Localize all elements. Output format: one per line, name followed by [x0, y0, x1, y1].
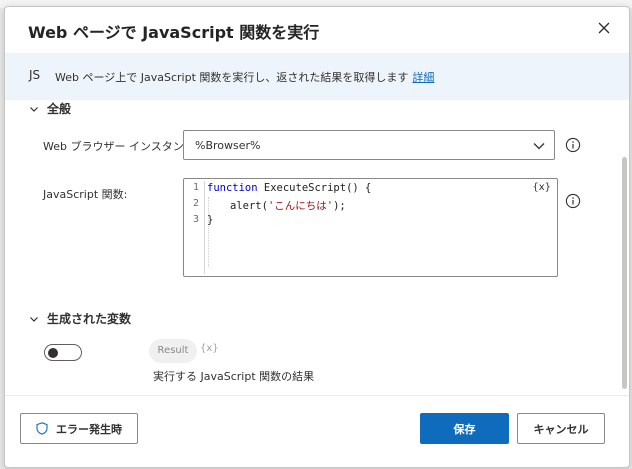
chevron-down-icon: [29, 104, 39, 114]
variables-section-header[interactable]: 生成された変数: [29, 310, 131, 327]
js-icon: JS: [29, 68, 41, 82]
on-error-button[interactable]: エラー発生時: [20, 413, 138, 444]
info-text: Web ページ上で JavaScript 関数を実行し、返された結果を取得します: [55, 71, 409, 84]
save-button[interactable]: 保存: [420, 413, 509, 444]
cancel-button[interactable]: キャンセル: [517, 413, 605, 444]
line-number: 1: [193, 182, 200, 193]
variable-icon: {x}: [200, 343, 219, 354]
line-number: 3: [193, 214, 200, 225]
details-link[interactable]: 詳細: [412, 71, 434, 84]
vertical-scrollbar[interactable]: [622, 157, 627, 389]
variable-picker-button[interactable]: {x}: [532, 182, 551, 193]
browser-instance-select[interactable]: %Browser%: [183, 130, 555, 160]
chevron-down-icon: [532, 140, 546, 152]
variables-section-title: 生成された変数: [47, 312, 132, 326]
code-line-1: function ExecuteScript() {: [207, 182, 371, 194]
close-icon[interactable]: [593, 17, 615, 39]
toggle-knob: [48, 347, 58, 358]
result-variable-name[interactable]: Result: [149, 339, 197, 363]
general-section-header[interactable]: 全般: [29, 100, 71, 117]
javascript-code-editor[interactable]: 1 2 3 function ExecuteScript() { alert('…: [183, 178, 558, 277]
dialog-title: Web ページで JavaScript 関数を実行: [28, 23, 320, 42]
browser-instance-label: Web ブラウザー インスタンス:: [43, 140, 199, 153]
code-text: ExecuteScript() {: [257, 182, 372, 194]
result-description: 実行する JavaScript 関数の結果: [153, 370, 315, 383]
footer-divider: [5, 395, 629, 396]
variable-toggle[interactable]: [44, 344, 82, 361]
run-javascript-dialog: Web ページで JavaScript 関数を実行 JS Web ページ上で J…: [4, 6, 630, 468]
info-description: Web ページ上で JavaScript 関数を実行し、返された結果を取得します…: [55, 69, 434, 85]
code-keyword: function: [207, 182, 258, 194]
indent-guide: [208, 197, 210, 267]
code-text: );: [333, 200, 346, 212]
info-icon[interactable]: [565, 137, 581, 153]
javascript-function-label: JavaScript 関数:: [43, 188, 128, 201]
code-line-3: }: [207, 214, 214, 226]
dialog-body: 全般 Web ブラウザー インスタンス: %Browser% JavaScrip…: [5, 100, 629, 393]
code-line-2: alert('こんにちは');: [230, 198, 346, 213]
on-error-label: エラー発生時: [56, 422, 122, 436]
browser-instance-value: %Browser%: [195, 139, 261, 152]
code-text: alert(: [230, 200, 268, 212]
editor-gutter-divider: [204, 181, 205, 274]
general-section-title: 全般: [47, 102, 72, 116]
info-bar: JS Web ページ上で JavaScript 関数を実行し、返された結果を取得…: [5, 53, 629, 100]
chevron-down-icon: [29, 314, 39, 324]
info-icon[interactable]: [565, 193, 581, 209]
code-string: 'こんにちは': [267, 200, 334, 212]
shield-icon: [36, 422, 48, 435]
line-number: 2: [193, 198, 200, 209]
